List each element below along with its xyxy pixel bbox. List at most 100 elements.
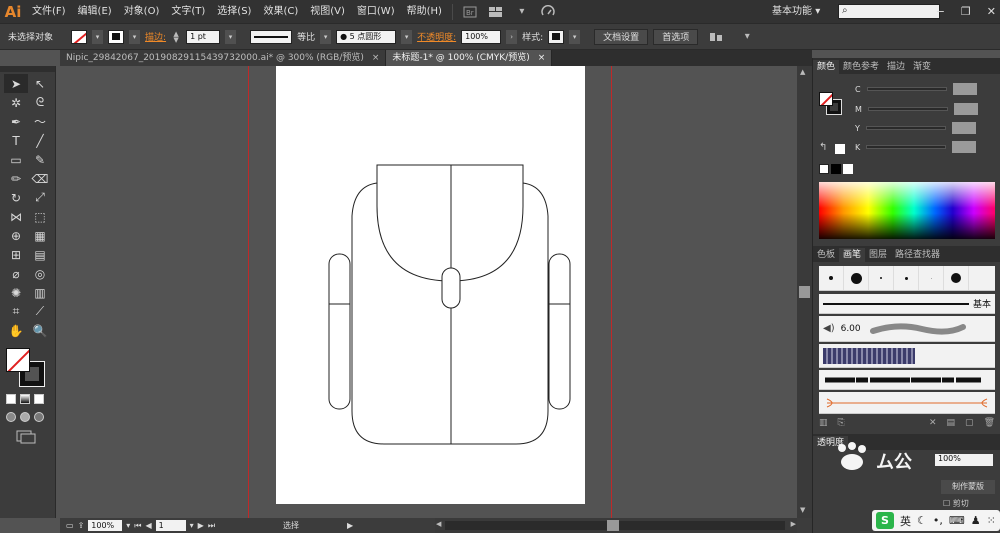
stroke-weight-field[interactable]: 1 pt [186,29,221,44]
gradient-mode-icon[interactable] [20,394,30,404]
scroll-thumb[interactable] [607,520,619,531]
channel-value-field[interactable] [952,83,977,95]
channel-value-field[interactable] [951,122,976,134]
line-segment-tool-icon[interactable]: ╱ [28,131,52,150]
menu-type[interactable]: 文字(T) [165,0,211,23]
black-swatch[interactable] [831,164,841,174]
slice-tool-icon[interactable]: ⟋ [28,302,52,321]
chevron-down-icon[interactable]: ▾ [513,4,531,20]
graphic-style-swatch[interactable] [548,29,565,44]
tab-stroke[interactable]: 描边 [883,60,909,74]
stroke-profile-preview[interactable] [250,29,293,44]
menu-file[interactable]: 文件(F) [26,0,72,23]
gpu-icon[interactable]: ▭ [66,521,74,530]
magic-wand-tool-icon[interactable]: ✲ [4,93,28,112]
perspective-grid-tool-icon[interactable]: ▦ [28,226,52,245]
brush-options-icon[interactable]: ▤ [947,418,956,432]
paintbrush-tool-icon[interactable]: ✎ [28,150,52,169]
column-graph-tool-icon[interactable]: ▥ [28,283,52,302]
panel-menu-icon[interactable]: ▾ [738,29,756,45]
none-mode-icon[interactable] [34,394,44,404]
magenta-slider[interactable]: M [855,102,989,116]
brush-charcoal[interactable] [819,370,995,390]
menu-help[interactable]: 帮助(H) [401,0,448,23]
channel-value-field[interactable] [953,103,978,115]
tab-layers[interactable]: 图层 [865,248,891,262]
tab-brushes[interactable]: 画笔 [839,248,866,262]
fill-swatch-none[interactable] [71,29,88,44]
white-swatch[interactable] [843,164,853,174]
ime-logo-icon[interactable]: S [876,512,894,529]
zoom-tool-icon[interactable]: 🔍 [28,321,52,340]
gradient-tool-icon[interactable]: ▤ [28,245,52,264]
rotate-tool-icon[interactable]: ↻ [4,188,28,207]
slider-track[interactable] [866,87,947,91]
workspace-switcher[interactable]: 基本功能 ▾ [772,0,820,23]
opacity-label[interactable]: 不透明度: [417,30,456,43]
menu-effect[interactable]: 效果(C) [257,0,304,23]
export-icon[interactable]: ⇪ [78,521,85,530]
brush-pattern[interactable] [819,344,995,368]
brush-library-menu-icon[interactable]: ⎘ [838,418,845,432]
out-of-gamut-icon[interactable]: ↰ [819,142,827,153]
shape-builder-tool-icon[interactable]: ⊕ [4,226,28,245]
close-icon[interactable]: × [538,50,546,66]
scroll-down-icon[interactable]: ▼ [800,506,805,514]
chevron-down-icon[interactable]: ▾ [569,29,581,44]
artboard-tool-icon[interactable]: ⌗ [4,302,28,321]
tab-untitled-document[interactable]: 未标题-1* @ 100% (CMYK/预览) × [386,50,553,66]
arrange-documents-icon[interactable] [487,4,505,20]
selection-tool-icon[interactable]: ➤ [4,74,28,93]
chevron-down-icon[interactable]: ▾ [126,521,130,530]
tab-gradient[interactable]: 渐变 [909,60,935,74]
menu-view[interactable]: 视图(V) [304,0,351,23]
brush-basic[interactable]: 基本 [819,294,995,314]
transparency-opacity-field[interactable]: 100% [935,454,993,466]
brush-swatch[interactable] [919,266,944,290]
symbol-sprayer-tool-icon[interactable]: ✺ [4,283,28,302]
close-icon[interactable]: ✕ [987,5,996,18]
punctuation-icon[interactable]: •, [933,514,943,527]
type-tool-icon[interactable]: T [4,131,28,150]
color-mode-icon[interactable] [6,394,16,404]
maximize-icon[interactable]: ❐ [961,5,971,18]
slider-track[interactable] [866,145,947,149]
last-artboard-icon[interactable]: ⏭ [208,521,215,531]
scroll-up-icon[interactable]: ▲ [800,68,805,76]
width-tool-icon[interactable]: ⋈ [4,207,28,226]
delete-brush-icon[interactable]: 🗑 [984,418,995,432]
chevron-down-icon[interactable]: ▾ [225,29,237,44]
draw-normal-icon[interactable] [6,412,16,422]
scale-tool-icon[interactable]: ⤢ [28,188,52,207]
new-brush-icon[interactable]: ▢ [965,418,974,432]
minimize-icon[interactable]: − [936,5,945,18]
fill-none-swatch[interactable] [819,92,833,106]
draw-behind-icon[interactable] [20,412,30,422]
cyan-slider[interactable]: C [855,82,989,96]
user-icon[interactable]: ♟ [971,514,981,527]
brush-swatch[interactable] [869,266,894,290]
artboard-number-field[interactable]: 1 [155,520,186,531]
yellow-slider[interactable]: Y [855,121,989,135]
stroke-weight-stepper[interactable]: ▲ ▼ [171,30,181,44]
prev-artboard-icon[interactable]: ◀ [145,521,151,530]
preferences-button[interactable]: 首选项 [653,28,699,45]
chevron-down-icon[interactable]: ▾ [129,29,141,44]
brush-swatch[interactable] [894,266,919,290]
fill-stroke-widget[interactable] [6,348,48,388]
fill-none-swatch[interactable] [6,348,30,372]
menu-select[interactable]: 选择(S) [211,0,257,23]
eraser-tool-icon[interactable]: ⌫ [28,169,52,188]
document-setup-button[interactable]: 文档设置 [594,28,649,45]
menu-edit[interactable]: 编辑(E) [72,0,118,23]
chevron-down-icon[interactable]: ▾ [92,29,104,44]
stroke-label[interactable]: 描边: [145,30,166,43]
free-transform-tool-icon[interactable]: ⬚ [28,207,52,226]
channel-value-field[interactable] [952,141,977,153]
keyboard-icon[interactable]: ⌨ [949,514,965,527]
color-spectrum[interactable] [819,182,995,239]
horizontal-scrollbar[interactable]: ◀ ▶ [435,518,797,533]
stroke-swatch[interactable] [108,29,125,44]
clip-checkbox[interactable]: ☐ 剪切 [943,498,969,509]
brush-swatch[interactable] [819,266,844,290]
